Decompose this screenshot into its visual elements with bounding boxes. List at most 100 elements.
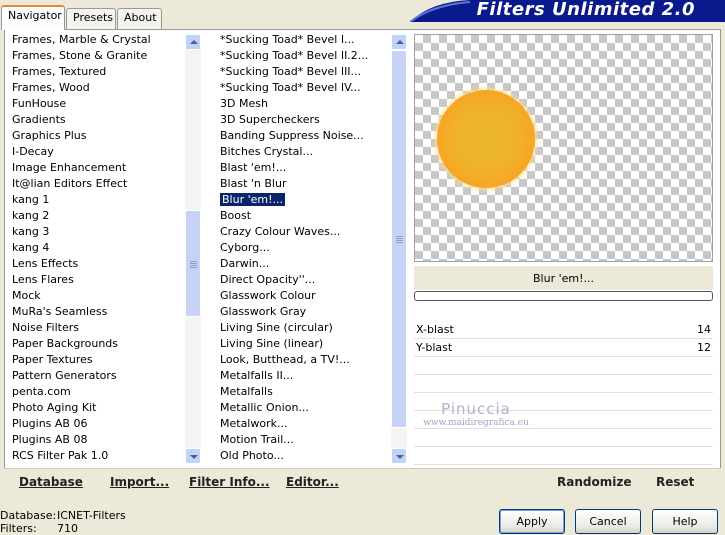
category-item[interactable]: It@lian Editors Effect: [6, 176, 202, 192]
randomize-button[interactable]: Randomize: [557, 475, 631, 489]
category-item[interactable]: Paper Backgrounds: [6, 336, 202, 352]
filter-item[interactable]: 3D Mesh: [214, 96, 408, 112]
filter-item[interactable]: Living Sine (linear): [214, 336, 408, 352]
category-item[interactable]: I-Decay: [6, 144, 202, 160]
category-item[interactable]: kang 1: [6, 192, 202, 208]
filter-item[interactable]: Boost: [214, 208, 408, 224]
filter-list[interactable]: *Sucking Toad* Bevel I... *Sucking Toad* …: [214, 32, 408, 465]
category-item-label: Frames, Stone & Granite: [12, 49, 148, 62]
bottom-toolbar: Database Import... Filter Info... Editor…: [4, 468, 721, 496]
filter-item[interactable]: *Sucking Toad* Bevel III...: [214, 64, 408, 80]
status-area: Database:ICNET-Filters Filters: 710: [0, 509, 126, 535]
filter-info-button[interactable]: Filter Info...: [189, 475, 270, 489]
filter-item[interactable]: Crazy Colour Waves...: [214, 224, 408, 240]
category-item[interactable]: RCS Filter Pak 1.0: [6, 448, 202, 464]
category-scrollbar[interactable]: [185, 34, 201, 464]
tab-navigator[interactable]: Navigator: [1, 5, 65, 30]
filter-item[interactable]: Bitches Crystal...: [214, 144, 408, 160]
filter-item[interactable]: Metalwork...: [214, 416, 408, 432]
param-value[interactable]: 12: [697, 341, 711, 354]
category-item[interactable]: Frames, Marble & Crystal: [6, 32, 202, 48]
apply-button[interactable]: Apply: [499, 509, 565, 534]
filter-item-label: Blast 'n Blur: [220, 177, 287, 190]
filter-item[interactable]: *Sucking Toad* Bevel II.2...: [214, 48, 408, 64]
preview-canvas[interactable]: [414, 34, 713, 262]
scroll-thumb[interactable]: [185, 210, 201, 317]
category-item[interactable]: Paper Textures: [6, 352, 202, 368]
editor-button[interactable]: Editor...: [286, 475, 339, 489]
cancel-button[interactable]: Cancel: [575, 509, 641, 534]
filter-item[interactable]: Look, Butthead, a TV!...: [214, 352, 408, 368]
filter-item-label: Boost: [220, 209, 252, 222]
filter-item[interactable]: Metalfalls II...: [214, 368, 408, 384]
filter-item-label: Living Sine (circular): [220, 321, 333, 334]
progress-bar: [414, 291, 713, 301]
filter-item[interactable]: Darwin...: [214, 256, 408, 272]
filter-item-selected[interactable]: Blur 'em!...: [214, 192, 408, 208]
param-row-empty: [414, 429, 713, 447]
parameter-list: X-blast 14 Y-blast 12: [414, 321, 713, 465]
category-item-label: Lens Effects: [12, 257, 79, 270]
filter-item[interactable]: Cyborg...: [214, 240, 408, 256]
category-item-label: kang 3: [12, 225, 50, 238]
filter-item[interactable]: Metallic Onion...: [214, 400, 408, 416]
help-button[interactable]: Help: [652, 509, 718, 534]
category-item-label: Gradients: [12, 113, 66, 126]
filter-item[interactable]: Metalfalls: [214, 384, 408, 400]
scroll-down-button[interactable]: [185, 448, 201, 464]
category-item[interactable]: Photo Aging Kit: [6, 400, 202, 416]
scroll-down-button[interactable]: [391, 448, 407, 464]
filter-item[interactable]: Motion Trail...: [214, 432, 408, 448]
tab-presets[interactable]: Presets: [66, 8, 116, 29]
category-item-label: Graphics Plus: [12, 129, 87, 142]
category-item[interactable]: Pattern Generators: [6, 368, 202, 384]
scroll-up-button[interactable]: [185, 34, 201, 50]
filter-item-label: Metalwork...: [220, 417, 288, 430]
param-row-y-blast[interactable]: Y-blast 12: [414, 339, 713, 357]
import-button[interactable]: Import...: [110, 475, 169, 489]
param-row-x-blast[interactable]: X-blast 14: [414, 321, 713, 339]
filter-item-label: Crazy Colour Waves...: [220, 225, 341, 238]
category-item[interactable]: Noise Filters: [6, 320, 202, 336]
selected-filter-name: Blur 'em!...: [414, 266, 713, 290]
filter-item[interactable]: Living Sine (circular): [214, 320, 408, 336]
filter-item[interactable]: *Sucking Toad* Bevel I...: [214, 32, 408, 48]
filter-item-label: Cyborg...: [220, 241, 270, 254]
category-item[interactable]: Plugins AB 08: [6, 432, 202, 448]
category-item[interactable]: kang 3: [6, 224, 202, 240]
category-item[interactable]: Lens Flares: [6, 272, 202, 288]
filter-item[interactable]: Banding Suppress Noise...: [214, 128, 408, 144]
category-item[interactable]: penta.com: [6, 384, 202, 400]
reset-button[interactable]: Reset: [656, 475, 694, 489]
param-value[interactable]: 14: [697, 323, 711, 336]
database-button[interactable]: Database: [19, 475, 83, 489]
category-item[interactable]: Graphics Plus: [6, 128, 202, 144]
filters-label: Filters:: [0, 522, 37, 535]
scroll-up-button[interactable]: [391, 34, 407, 50]
filter-item[interactable]: Blast 'em!...: [214, 160, 408, 176]
category-item[interactable]: MuRa's Seamless: [6, 304, 202, 320]
category-item[interactable]: Frames, Wood: [6, 80, 202, 96]
category-item[interactable]: Lens Effects: [6, 256, 202, 272]
scroll-thumb[interactable]: [391, 50, 407, 428]
category-item[interactable]: kang 4: [6, 240, 202, 256]
category-item[interactable]: Image Enhancement: [6, 160, 202, 176]
filter-item[interactable]: 3D Supercheckers: [214, 112, 408, 128]
category-item[interactable]: Plugins AB 06: [6, 416, 202, 432]
category-item[interactable]: Frames, Stone & Granite: [6, 48, 202, 64]
tab-about[interactable]: About: [117, 8, 162, 29]
filter-item[interactable]: Direct Opacity''...: [214, 272, 408, 288]
filter-item[interactable]: Glasswork Colour: [214, 288, 408, 304]
category-item[interactable]: FunHouse: [6, 96, 202, 112]
category-item[interactable]: Mock: [6, 288, 202, 304]
filter-item[interactable]: Old Photo...: [214, 448, 408, 464]
category-item[interactable]: Frames, Textured: [6, 64, 202, 80]
category-item[interactable]: Gradients: [6, 112, 202, 128]
filter-item-label: Metallic Onion...: [220, 401, 309, 414]
filter-item[interactable]: *Sucking Toad* Bevel IV...: [214, 80, 408, 96]
category-list[interactable]: Frames, Marble & Crystal Frames, Stone & …: [6, 32, 202, 465]
filter-item[interactable]: Glasswork Gray: [214, 304, 408, 320]
category-item-label: MuRa's Seamless: [12, 305, 108, 318]
category-item[interactable]: kang 2: [6, 208, 202, 224]
filter-item[interactable]: Blast 'n Blur: [214, 176, 408, 192]
